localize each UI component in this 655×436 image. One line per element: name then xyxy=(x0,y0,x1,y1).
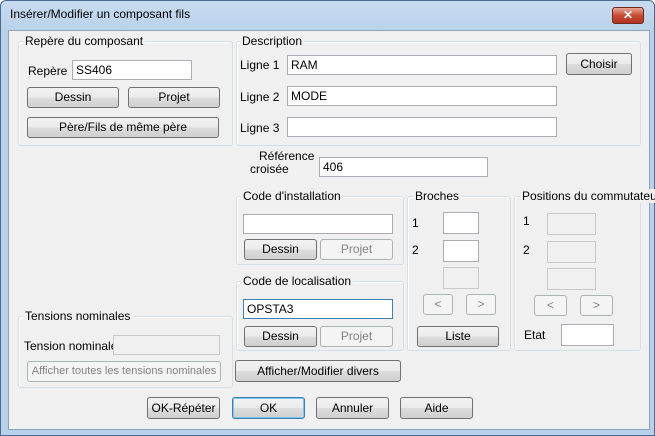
localisation-projet-button: Projet xyxy=(320,326,393,347)
broches-row1-input[interactable] xyxy=(443,212,479,234)
broches-group-label: Broches xyxy=(413,189,462,203)
liste-button[interactable]: Liste xyxy=(417,326,499,347)
positions-row2-label: 2 xyxy=(523,243,530,257)
annuler-button[interactable]: Annuler xyxy=(316,397,389,419)
installation-projet-button: Projet xyxy=(320,239,393,260)
pere-fils-button[interactable]: Père/Fils de même père xyxy=(27,117,219,138)
positions-row1-label: 1 xyxy=(523,214,530,228)
etat-input[interactable] xyxy=(561,324,614,346)
reference-label-2: croisée xyxy=(250,162,289,176)
broches-row2-input[interactable] xyxy=(443,240,479,262)
reference-label-1: Référence xyxy=(259,149,315,163)
tension-nominale-input xyxy=(113,335,220,355)
ligne2-input[interactable]: MODE xyxy=(287,86,557,106)
installation-input[interactable] xyxy=(243,214,393,234)
repere-label: Repère xyxy=(28,64,68,78)
choisir-button[interactable]: Choisir xyxy=(566,53,632,75)
repere-group-label: Repère du composant xyxy=(23,34,146,48)
positions-row3-input xyxy=(547,268,596,290)
broches-row1-label: 1 xyxy=(412,216,419,230)
ligne1-label: Ligne 1 xyxy=(240,58,280,72)
ligne3-input[interactable] xyxy=(287,117,557,137)
broches-prev-button: < xyxy=(423,294,453,315)
installation-group-label: Code d'installation xyxy=(241,189,343,203)
close-icon[interactable]: ✕ xyxy=(612,7,644,24)
repere-input[interactable]: SS406 xyxy=(72,60,192,80)
reference-croisee-input[interactable]: 406 xyxy=(319,157,488,177)
broches-next-button: > xyxy=(466,294,496,315)
positions-next-button: > xyxy=(580,295,613,316)
repere-projet-button[interactable]: Projet xyxy=(128,87,220,108)
localisation-dessin-button[interactable]: Dessin xyxy=(244,326,317,347)
repere-dessin-button[interactable]: Dessin xyxy=(27,87,119,108)
tension-nominale-label: Tension nominale xyxy=(24,339,118,353)
broches-row2-label: 2 xyxy=(412,243,419,257)
ligne2-label: Ligne 2 xyxy=(240,90,280,104)
installation-dessin-button[interactable]: Dessin xyxy=(244,239,317,260)
aide-button[interactable]: Aide xyxy=(400,397,473,419)
broches-row3-input xyxy=(443,267,479,289)
localisation-input[interactable]: OPSTA3 xyxy=(243,299,393,319)
dialog-window: Insérer/Modifier un composant fils ✕ Rep… xyxy=(0,0,655,436)
window-title: Insérer/Modifier un composant fils xyxy=(10,7,191,21)
ok-repeter-button[interactable]: OK-Répéter xyxy=(147,397,220,419)
ok-button[interactable]: OK xyxy=(232,397,305,419)
ligne3-label: Ligne 3 xyxy=(240,121,280,135)
etat-label: Etat xyxy=(524,328,546,342)
afficher-toutes-tensions-button: Afficher toutes les tensions nominales xyxy=(27,361,221,382)
positions-group-label: Positions du commutateur xyxy=(520,189,655,203)
description-group-label: Description xyxy=(240,34,305,48)
ligne1-input[interactable]: RAM xyxy=(287,55,557,75)
afficher-modifier-divers-button[interactable]: Afficher/Modifier divers xyxy=(235,360,401,382)
localisation-group-label: Code de localisation xyxy=(241,274,354,288)
positions-row1-input xyxy=(547,213,596,235)
positions-row2-input xyxy=(547,241,596,263)
dialog-client-area: Repère du composant Repère SS406 Dessin … xyxy=(8,30,655,430)
positions-prev-button: < xyxy=(534,295,567,316)
tensions-group-label: Tensions nominales xyxy=(23,309,133,323)
